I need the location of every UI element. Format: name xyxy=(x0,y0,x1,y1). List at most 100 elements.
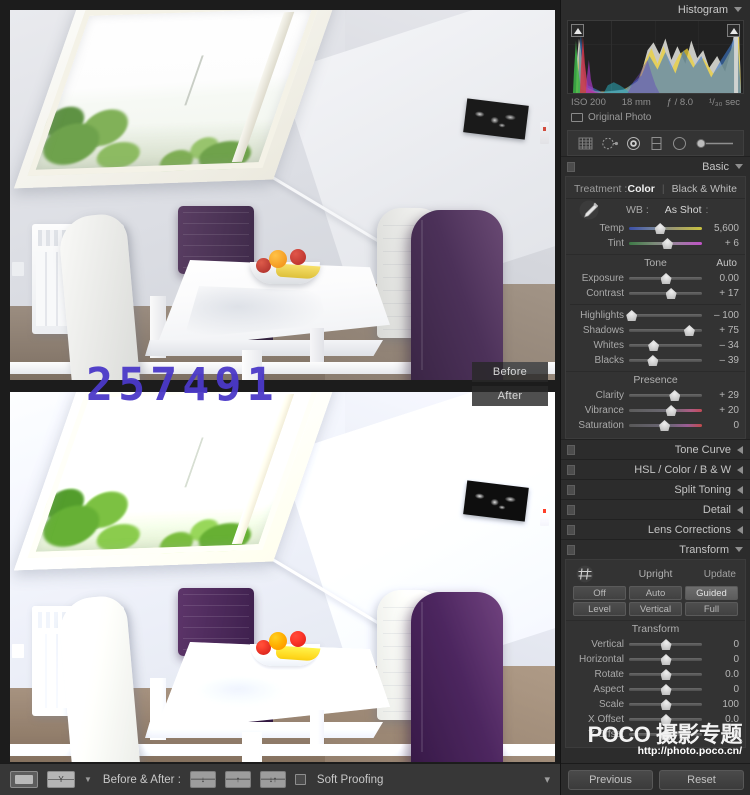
tint-slider-row[interactable]: Tint + 6 xyxy=(566,236,745,251)
tint-track[interactable] xyxy=(629,238,702,249)
original-photo-row[interactable]: Original Photo xyxy=(561,108,750,126)
blacks-slider-row[interactable]: Blacks – 39 xyxy=(566,353,745,368)
clarity-slider-row[interactable]: Clarity + 29 xyxy=(566,388,745,403)
temp-knob[interactable] xyxy=(654,223,666,234)
blacks-knob[interactable] xyxy=(647,355,659,366)
transform-vertical-row[interactable]: Vertical 0 xyxy=(566,637,745,652)
clarity-track[interactable] xyxy=(629,390,702,401)
transform-y-offset-knob[interactable] xyxy=(660,729,672,740)
temp-value[interactable]: 5,600 xyxy=(707,223,739,234)
graduated-filter-icon[interactable] xyxy=(649,136,664,151)
vibrance-track[interactable] xyxy=(629,405,702,416)
transform-horizontal-value[interactable]: 0 xyxy=(707,654,739,665)
whites-knob[interactable] xyxy=(648,340,660,351)
blacks-value[interactable]: – 39 xyxy=(707,355,739,366)
tint-knob[interactable] xyxy=(661,238,673,249)
highlights-track[interactable] xyxy=(626,310,702,321)
transform-y-offset-row[interactable]: Y Offset 0.0 xyxy=(566,727,745,742)
chevron-down-icon[interactable]: ▼ xyxy=(84,775,92,784)
panel-switch-icon[interactable] xyxy=(567,465,575,475)
copy-settings-after-to-before-button[interactable]: ↓ xyxy=(189,771,216,788)
loupe-view-icon[interactable] xyxy=(10,771,38,788)
saturation-value[interactable]: 0 xyxy=(707,420,739,431)
soft-proofing-checkbox[interactable] xyxy=(294,774,306,785)
upright-vertical-button[interactable]: Vertical xyxy=(629,602,682,616)
white-balance-selector-icon[interactable] xyxy=(572,200,606,223)
sidebar-item-hsl-color-bw[interactable]: HSL / Color / B & W xyxy=(561,459,750,479)
transform-x-offset-knob[interactable] xyxy=(660,714,672,725)
upright-guided-button[interactable]: Guided xyxy=(685,586,738,600)
sidebar-item-detail[interactable]: Detail xyxy=(561,499,750,519)
upright-off-button[interactable]: Off xyxy=(573,586,626,600)
contrast-slider-row[interactable]: Contrast + 17 xyxy=(566,286,745,301)
shadows-value[interactable]: + 75 xyxy=(707,325,739,336)
treatment-bw-option[interactable]: Black & White xyxy=(672,183,737,195)
transform-aspect-value[interactable]: 0 xyxy=(707,684,739,695)
chevron-down-icon[interactable] xyxy=(734,7,742,12)
red-eye-correction-icon[interactable] xyxy=(625,136,642,151)
contrast-knob[interactable] xyxy=(665,288,677,299)
upright-icon[interactable] xyxy=(574,565,596,586)
transform-y-offset-value[interactable]: 0.0 xyxy=(707,729,739,740)
panel-switch-icon[interactable] xyxy=(567,545,575,555)
chevron-down-icon[interactable] xyxy=(735,164,743,169)
previous-button[interactable]: Previous xyxy=(568,769,653,790)
highlights-slider-row[interactable]: Highlights – 100 xyxy=(566,308,745,323)
wb-value[interactable]: As Shot xyxy=(665,204,702,216)
before-after-view-icon[interactable] xyxy=(47,771,75,788)
transform-aspect-row[interactable]: Aspect 0 xyxy=(566,682,745,697)
clarity-value[interactable]: + 29 xyxy=(707,390,739,401)
transform-scale-track[interactable] xyxy=(629,699,702,710)
saturation-slider-row[interactable]: Saturation 0 xyxy=(566,418,745,433)
tint-value[interactable]: + 6 xyxy=(707,238,739,249)
temp-track[interactable] xyxy=(629,223,702,234)
transform-x-offset-row[interactable]: X Offset 0.0 xyxy=(566,712,745,727)
transform-horizontal-knob[interactable] xyxy=(660,654,672,665)
transform-rotate-track[interactable] xyxy=(629,669,702,680)
histogram-header[interactable]: Histogram xyxy=(561,0,750,19)
upright-level-button[interactable]: Level xyxy=(573,602,626,616)
transform-vertical-track[interactable] xyxy=(629,639,702,650)
whites-track[interactable] xyxy=(629,340,702,351)
histogram-chart[interactable] xyxy=(567,20,744,94)
panel-switch-icon[interactable] xyxy=(567,505,575,515)
contrast-value[interactable]: + 17 xyxy=(707,288,739,299)
exposure-track[interactable] xyxy=(629,273,702,284)
upright-auto-button[interactable]: Auto xyxy=(629,586,682,600)
chevron-down-icon[interactable] xyxy=(735,547,743,552)
panel-switch-icon[interactable] xyxy=(567,485,575,495)
upright-update-button[interactable]: Update xyxy=(704,569,736,580)
highlight-clipping-indicator[interactable] xyxy=(727,24,740,37)
transform-horizontal-row[interactable]: Horizontal 0 xyxy=(566,652,745,667)
saturation-track[interactable] xyxy=(629,420,702,431)
treatment-color-option[interactable]: Color xyxy=(627,183,654,195)
basic-section-header[interactable]: Basic xyxy=(561,156,750,176)
transform-scale-knob[interactable] xyxy=(660,699,672,710)
transform-vertical-value[interactable]: 0 xyxy=(707,639,739,650)
transform-scale-value[interactable]: 100 xyxy=(707,699,739,710)
shadows-track[interactable] xyxy=(629,325,702,336)
whites-slider-row[interactable]: Whites – 34 xyxy=(566,338,745,353)
chevron-left-icon[interactable] xyxy=(737,525,743,534)
panel-switch-icon[interactable] xyxy=(567,445,575,455)
chevron-left-icon[interactable] xyxy=(737,505,743,514)
copy-settings-before-to-after-button[interactable]: ↑ xyxy=(224,771,251,788)
shadows-knob[interactable] xyxy=(683,325,695,336)
wb-dropdown-icon[interactable]: : xyxy=(706,204,709,216)
vibrance-knob[interactable] xyxy=(665,405,677,416)
highlights-value[interactable]: – 100 xyxy=(707,310,739,321)
transform-y-offset-track[interactable] xyxy=(629,729,702,740)
transform-aspect-track[interactable] xyxy=(629,684,702,695)
chevron-left-icon[interactable] xyxy=(737,485,743,494)
adjustment-brush-icon[interactable] xyxy=(695,136,735,151)
crop-overlay-icon[interactable] xyxy=(577,136,594,151)
swap-before-after-button[interactable]: ↓↑ xyxy=(259,771,286,788)
vibrance-slider-row[interactable]: Vibrance + 20 xyxy=(566,403,745,418)
temp-slider-row[interactable]: Temp 5,600 xyxy=(566,221,745,236)
shadow-clipping-indicator[interactable] xyxy=(571,24,584,37)
blacks-track[interactable] xyxy=(629,355,702,366)
radial-filter-icon[interactable] xyxy=(671,136,688,151)
exposure-value[interactable]: 0.00 xyxy=(707,273,739,284)
sidebar-item-split-toning[interactable]: Split Toning xyxy=(561,479,750,499)
exposure-slider-row[interactable]: Exposure 0.00 xyxy=(566,271,745,286)
